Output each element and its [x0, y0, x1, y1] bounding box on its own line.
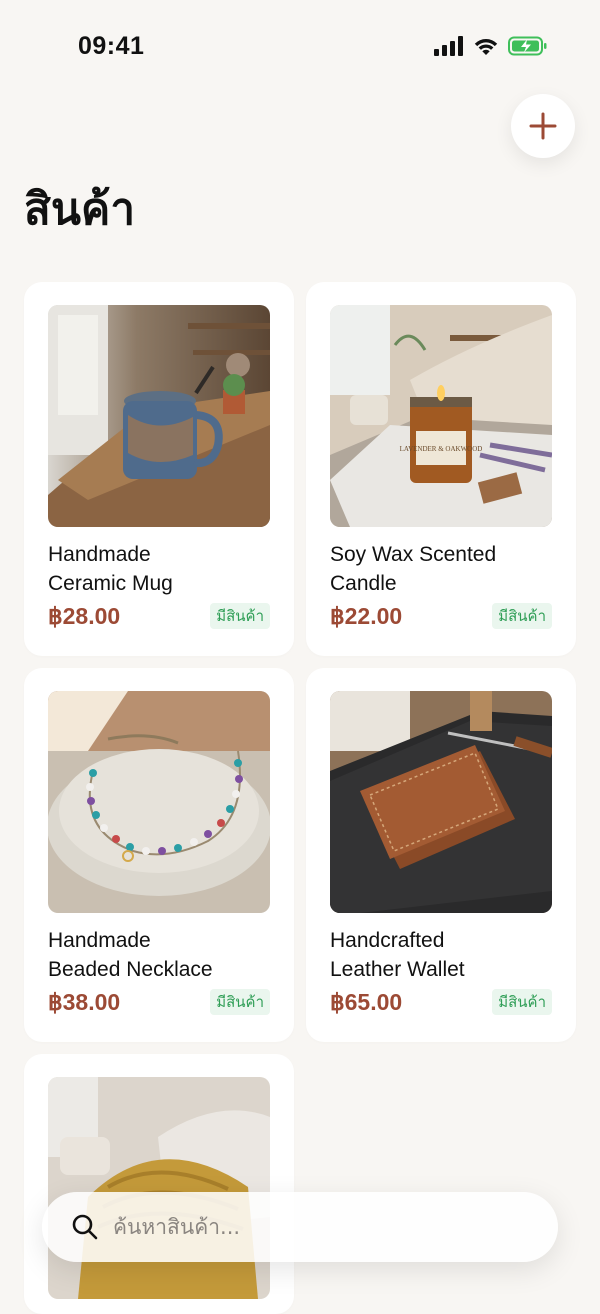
cellular-signal-icon	[434, 36, 463, 56]
candle-label-text: LAVENDER & OAKWOOD	[400, 445, 483, 453]
product-price: ฿38.00	[48, 989, 121, 1015]
product-price: ฿65.00	[330, 989, 403, 1015]
product-name: Handmade Beaded Necklace	[48, 926, 278, 984]
product-card[interactable]: Handmade Beaded Necklace ฿38.00 มีสินค้า	[24, 668, 294, 1042]
stock-badge: มีสินค้า	[492, 989, 552, 1015]
search-input[interactable]	[111, 1214, 558, 1240]
stock-badge: มีสินค้า	[210, 603, 270, 629]
product-image-knitted-item	[48, 1077, 270, 1299]
status-icons	[434, 36, 548, 56]
product-card[interactable]: LAVENDER & OAKWOOD Soy Wax Scented Candl…	[306, 282, 576, 656]
product-name-line2: Ceramic Mug	[48, 572, 173, 595]
search-icon	[72, 1214, 98, 1240]
product-name: Handmade Ceramic Mug	[48, 540, 278, 598]
product-price: ฿28.00	[48, 603, 121, 629]
stock-badge: มีสินค้า	[210, 989, 270, 1015]
page-title: สินค้า	[24, 184, 136, 235]
status-time: 09:41	[78, 32, 145, 60]
product-image-beaded-necklace	[48, 691, 270, 913]
product-name-line2: Beaded Necklace	[48, 958, 213, 981]
product-name-line1: Soy Wax Scented	[330, 543, 497, 566]
product-image-ceramic-mug	[48, 305, 270, 527]
status-bar: 09:41	[0, 0, 600, 96]
product-card[interactable]	[24, 1054, 294, 1314]
product-name-line2: Leather Wallet	[330, 958, 465, 981]
search-bar[interactable]	[42, 1192, 558, 1262]
add-product-button[interactable]	[511, 94, 575, 158]
wifi-icon	[474, 39, 498, 55]
product-name: Handcrafted Leather Wallet	[330, 926, 560, 984]
product-card[interactable]: Handcrafted Leather Wallet ฿65.00 มีสินค…	[306, 668, 576, 1042]
plus-icon	[529, 112, 557, 140]
product-image-candle: LAVENDER & OAKWOOD	[330, 305, 552, 527]
battery-charging-icon	[508, 36, 547, 56]
product-name-line1: Handmade	[48, 929, 151, 952]
product-image-leather-wallet	[330, 691, 552, 913]
product-name: Soy Wax Scented Candle	[330, 540, 560, 598]
product-card[interactable]: Handmade Ceramic Mug ฿28.00 มีสินค้า	[24, 282, 294, 656]
product-price: ฿22.00	[330, 603, 403, 629]
product-name-line1: Handmade	[48, 543, 151, 566]
product-name-line1: Handcrafted	[330, 929, 445, 952]
product-name-line2: Candle	[330, 572, 397, 595]
stock-badge: มีสินค้า	[492, 603, 552, 629]
